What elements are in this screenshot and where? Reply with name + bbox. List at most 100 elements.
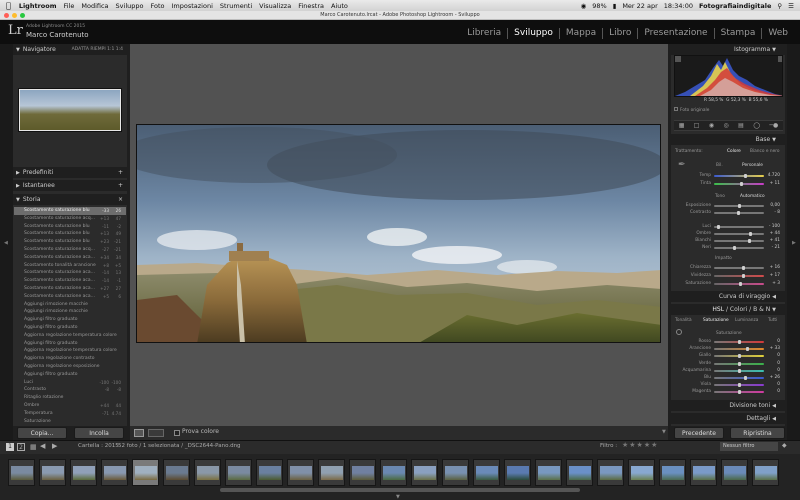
radial-filter-icon[interactable]: ◯: [753, 122, 760, 129]
history-item[interactable]: Scostamento saturazione blu +13 49: [14, 230, 126, 238]
previous-button[interactable]: Precedente: [674, 427, 724, 439]
hsl-value[interactable]: + 33: [766, 346, 780, 351]
detail-header[interactable]: Dettagli ◀: [671, 413, 785, 424]
module-presentazione[interactable]: Presentazione: [637, 28, 713, 39]
history-item[interactable]: Luci -100 -100: [14, 379, 126, 387]
minimize-button[interactable]: [12, 13, 17, 18]
right-panel-toggle-icon[interactable]: ▶: [792, 240, 796, 246]
filmstrip-thumbnail[interactable]: [504, 459, 531, 486]
rating-filter[interactable]: ★★★★★: [622, 441, 658, 449]
navigator-header[interactable]: ▼ Navigatore ADATTA RIEMPI 1:1 1:4: [13, 44, 127, 55]
filmstrip-scrollbar[interactable]: [220, 488, 580, 492]
menu-strumenti[interactable]: Strumenti: [220, 2, 252, 10]
history-item[interactable]: Contrasto -8 -8: [14, 386, 126, 394]
hsl-slider-knob[interactable]: [738, 340, 741, 344]
slider-knob-whites[interactable]: [747, 239, 751, 243]
slider-value-saturation[interactable]: + 3: [766, 281, 780, 286]
close-button[interactable]: [4, 13, 9, 18]
slider-track-tint[interactable]: [714, 183, 764, 185]
slider-track-temp[interactable]: [714, 175, 764, 177]
hsl-slider-knob[interactable]: [738, 361, 741, 366]
hsl-slider-knob[interactable]: [738, 390, 741, 395]
split-toning-header[interactable]: Divisione toni ◀: [671, 400, 785, 411]
history-item[interactable]: Scostamento saturazione aca... +34 34: [14, 254, 126, 262]
filmstrip-thumbnail[interactable]: [628, 459, 655, 486]
history-item[interactable]: Aggiungi rimozione macchie: [14, 301, 126, 309]
filmstrip-toggle-icon[interactable]: ▼: [396, 494, 400, 500]
zoom-button[interactable]: [20, 13, 25, 18]
graduated-filter-icon[interactable]: ▤: [738, 122, 744, 129]
treatment-bw[interactable]: Bianco e nero: [750, 149, 780, 154]
module-libro[interactable]: Libro: [602, 28, 637, 39]
hsl-value[interactable]: 0: [766, 339, 780, 344]
history-item[interactable]: Scostamento saturazione blu -33 26: [14, 207, 126, 215]
filmstrip-thumbnail[interactable]: [659, 459, 686, 486]
hsl-value[interactable]: + 26: [766, 375, 780, 380]
filmstrip-thumbnail[interactable]: [8, 459, 35, 486]
reset-button[interactable]: Ripristina (Adobe): [730, 427, 785, 449]
hsl-slider-knob[interactable]: [738, 368, 741, 373]
hsl-tab-all[interactable]: Tutti: [768, 318, 777, 323]
slider-knob-vibrance[interactable]: [741, 274, 745, 278]
history-item[interactable]: Aggiorna regolazione temperatura colore: [14, 332, 126, 340]
search-icon[interactable]: ⚲: [777, 2, 782, 10]
history-item[interactable]: Aggiungi filtro graduato: [14, 324, 126, 332]
history-item[interactable]: Scostamento saturazione aca... -14 13: [14, 269, 126, 277]
slider-value-temp[interactable]: 4.720: [766, 173, 780, 178]
loupe-view-icon[interactable]: [134, 429, 144, 437]
history-item[interactable]: Scostamento saturazione aca... -14 -1: [14, 277, 126, 285]
menu-aiuto[interactable]: Aiuto: [331, 2, 348, 10]
filmstrip-thumbnail[interactable]: [597, 459, 624, 486]
add-preset-icon[interactable]: +: [118, 167, 123, 178]
filmstrip-thumbnail[interactable]: [442, 459, 469, 486]
history-item[interactable]: Aggiorna regolazione temperatura colore: [14, 347, 126, 355]
history-item[interactable]: Saturazione: [14, 418, 126, 426]
filmstrip-thumbnail[interactable]: [752, 459, 779, 486]
filmstrip-thumbnail[interactable]: [349, 459, 376, 486]
filmstrip-thumbnail[interactable]: [163, 459, 190, 486]
filmstrip-thumbnail[interactable]: [473, 459, 500, 486]
original-photo-checkbox[interactable]: [674, 107, 678, 111]
slider-track-clarity[interactable]: [714, 267, 764, 269]
history-item[interactable]: Aggiungi filtro graduato: [14, 371, 126, 379]
slider-knob-shadows[interactable]: [748, 232, 752, 236]
history-item[interactable]: Temperatura -71 4.74: [14, 410, 126, 418]
main-photo[interactable]: [136, 124, 661, 343]
filmstrip-thumbnail[interactable]: [690, 459, 717, 486]
filmstrip-thumbnail[interactable]: [287, 459, 314, 486]
filmstrip-thumbnail[interactable]: [566, 459, 593, 486]
hsl-header[interactable]: HSL / Colori / B & N ▼: [671, 304, 785, 315]
eyedropper-icon[interactable]: ✒: [678, 160, 686, 170]
menu-app[interactable]: Lightroom: [19, 2, 57, 10]
hsl-tab-luminance[interactable]: Luminanza: [735, 318, 758, 323]
slider-track-blacks[interactable]: [714, 247, 764, 249]
colors-tab[interactable]: Colori: [730, 306, 747, 313]
filmstrip-thumbnail[interactable]: [225, 459, 252, 486]
filter-lock-icon[interactable]: ◆: [782, 442, 787, 449]
module-libreria[interactable]: Libreria: [461, 28, 507, 39]
crop-icon[interactable]: □: [694, 122, 700, 129]
hsl-slider-knob[interactable]: [738, 354, 741, 359]
add-snapshot-icon[interactable]: +: [118, 180, 123, 191]
slider-knob-temp[interactable]: [743, 174, 747, 178]
histogram[interactable]: [674, 55, 783, 97]
filmstrip-thumbnail[interactable]: [101, 459, 128, 486]
module-sviluppo[interactable]: Sviluppo: [507, 28, 559, 39]
hsl-slider-track[interactable]: [714, 377, 764, 379]
hsl-tab-saturation[interactable]: Saturazione: [703, 318, 729, 323]
hsl-tab-hue[interactable]: Tonalità: [675, 318, 692, 323]
slider-track-vibrance[interactable]: [714, 275, 764, 277]
back-icon[interactable]: ◀: [40, 442, 45, 450]
filmstrip-thumbnail[interactable]: [256, 459, 283, 486]
history-item[interactable]: Scostamento tonalità arancione +8 +5: [14, 262, 126, 270]
slider-knob-contrast[interactable]: [737, 211, 741, 215]
navigator-view-frame[interactable]: [19, 89, 121, 131]
filmstrip-thumbnail[interactable]: [70, 459, 97, 486]
bw-tab[interactable]: B & N: [753, 306, 770, 313]
battery-icon[interactable]: ▮: [613, 2, 617, 10]
slider-knob-blacks[interactable]: [733, 246, 737, 250]
history-item[interactable]: Aggiorna regolazione esposizione: [14, 363, 126, 371]
slider-track-whites[interactable]: [714, 240, 764, 242]
targeted-adjustment-icon[interactable]: [676, 329, 682, 335]
history-item[interactable]: Aggiungi rimozione macchie: [14, 308, 126, 316]
